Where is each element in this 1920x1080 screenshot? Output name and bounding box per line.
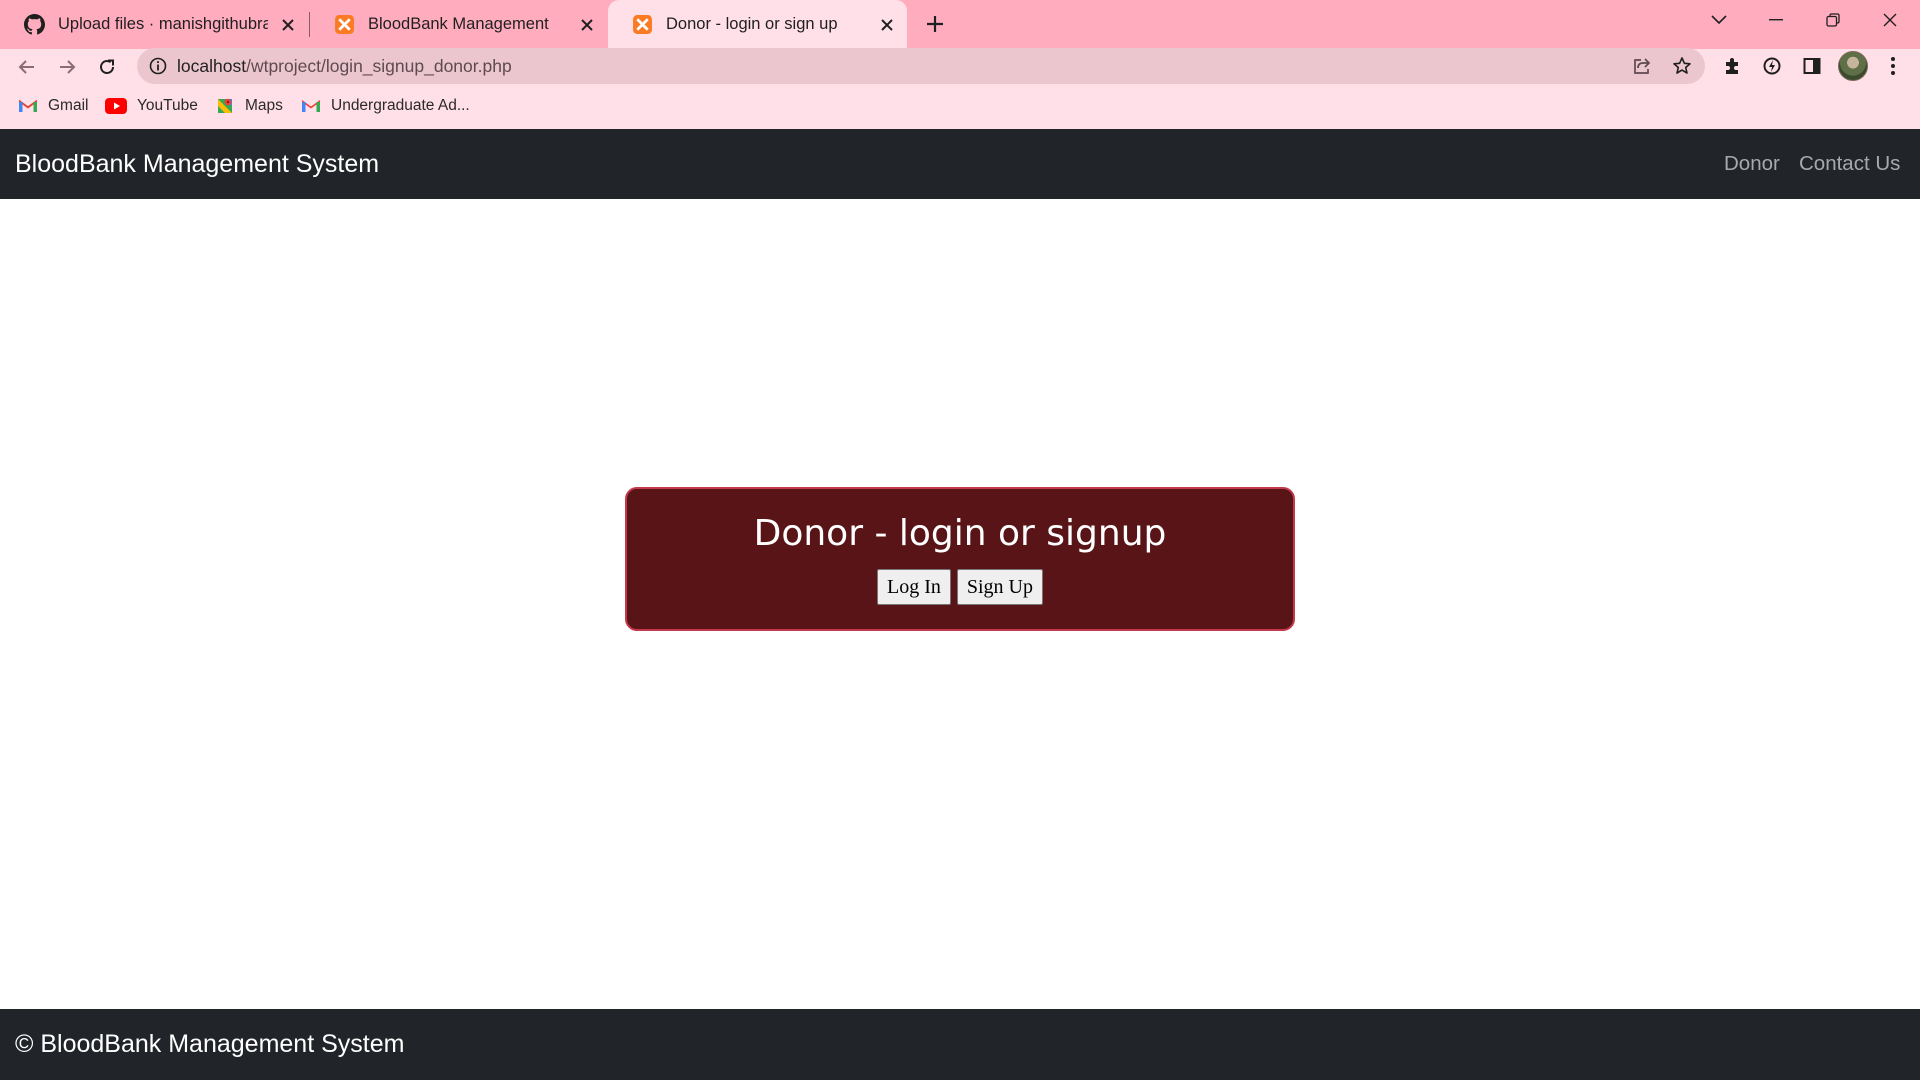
tab-bloodbank-management[interactable]: BloodBank Management [310, 0, 607, 49]
footer-copyright: © BloodBank Management System [15, 1030, 405, 1058]
minimize-icon [1769, 19, 1783, 21]
performance-icon[interactable] [1757, 51, 1787, 81]
back-button[interactable] [11, 51, 43, 83]
tab-title: Donor - login or sign up [666, 15, 838, 33]
reload-icon [100, 59, 114, 74]
nav-link-donor[interactable]: Donor [1724, 129, 1780, 199]
tab-title: BloodBank Management [368, 15, 549, 33]
restore-icon [1826, 13, 1840, 27]
sign-up-button[interactable]: Sign Up [956, 569, 1043, 605]
close-icon [1883, 13, 1897, 27]
close-icon[interactable] [573, 11, 601, 39]
extensions-icon[interactable] [1717, 51, 1747, 81]
card-title: Donor - login or signup [753, 513, 1167, 554]
log-in-button[interactable]: Log In [876, 569, 951, 605]
youtube-icon [105, 97, 127, 114]
forward-button[interactable] [51, 51, 83, 83]
maps-icon [218, 98, 232, 113]
xampp-icon [335, 15, 354, 34]
side-panel-icon[interactable] [1797, 51, 1827, 81]
url-text[interactable]: localhost/wtproject/login_signup_donor.p… [177, 48, 512, 84]
site-brand[interactable]: BloodBank Management System [15, 129, 379, 199]
menu-kebab-icon[interactable] [1878, 51, 1908, 81]
tab-title: Upload files · manishgithubraj/Bl [58, 15, 268, 33]
gmail-icon [18, 99, 38, 112]
reload-button[interactable] [91, 51, 123, 83]
bookmark-label: Maps [245, 96, 283, 114]
new-tab-button[interactable] [921, 6, 949, 42]
arrow-right-icon [60, 60, 76, 74]
close-window-button[interactable] [1862, 0, 1918, 40]
arrow-left-icon [18, 60, 34, 74]
restore-button[interactable] [1805, 0, 1861, 40]
close-icon[interactable] [873, 11, 901, 39]
bookmark-label: Undergraduate Ad... [331, 96, 470, 114]
bookmark-star-icon[interactable] [1670, 54, 1694, 78]
card-button-group: Log In Sign Up [627, 569, 1293, 605]
donor-auth-card: Donor - login or signup Log In Sign Up [625, 487, 1295, 631]
profile-avatar[interactable] [1838, 51, 1868, 81]
site-footer: © BloodBank Management System [0, 1009, 1920, 1080]
gmail-icon [302, 100, 320, 112]
bookmark-maps[interactable]: Maps [215, 92, 283, 119]
share-icon[interactable] [1630, 54, 1654, 78]
tab-donor-login[interactable]: Donor - login or sign up [608, 0, 907, 49]
info-icon[interactable] [148, 56, 168, 76]
url-path: /wtproject/login_signup_donor.php [246, 56, 512, 76]
url-host: localhost [177, 56, 247, 76]
bookmark-youtube[interactable]: YouTube [105, 92, 198, 119]
address-bar[interactable]: localhost/wtproject/login_signup_donor.p… [137, 48, 1705, 84]
nav-link-contact-us[interactable]: Contact Us [1799, 129, 1900, 199]
tab-search-button[interactable] [1691, 0, 1747, 40]
github-icon [24, 14, 45, 35]
bookmark-undergraduate[interactable]: Undergraduate Ad... [301, 92, 470, 119]
bookmark-label: Gmail [48, 96, 89, 114]
bookmark-gmail[interactable]: Gmail [18, 92, 88, 119]
xampp-icon [633, 15, 652, 34]
tab-upload-files[interactable]: Upload files · manishgithubraj/Bl [0, 0, 308, 49]
plus-icon [927, 16, 943, 32]
chevron-down-icon [1711, 15, 1727, 25]
close-icon[interactable] [274, 11, 302, 39]
browser-tab-strip: Upload files · manishgithubraj/Bl BloodB… [0, 0, 1920, 49]
minimize-button[interactable] [1748, 0, 1804, 40]
bookmark-label: YouTube [137, 96, 198, 114]
site-navbar: BloodBank Management System Donor Contac… [0, 129, 1920, 199]
